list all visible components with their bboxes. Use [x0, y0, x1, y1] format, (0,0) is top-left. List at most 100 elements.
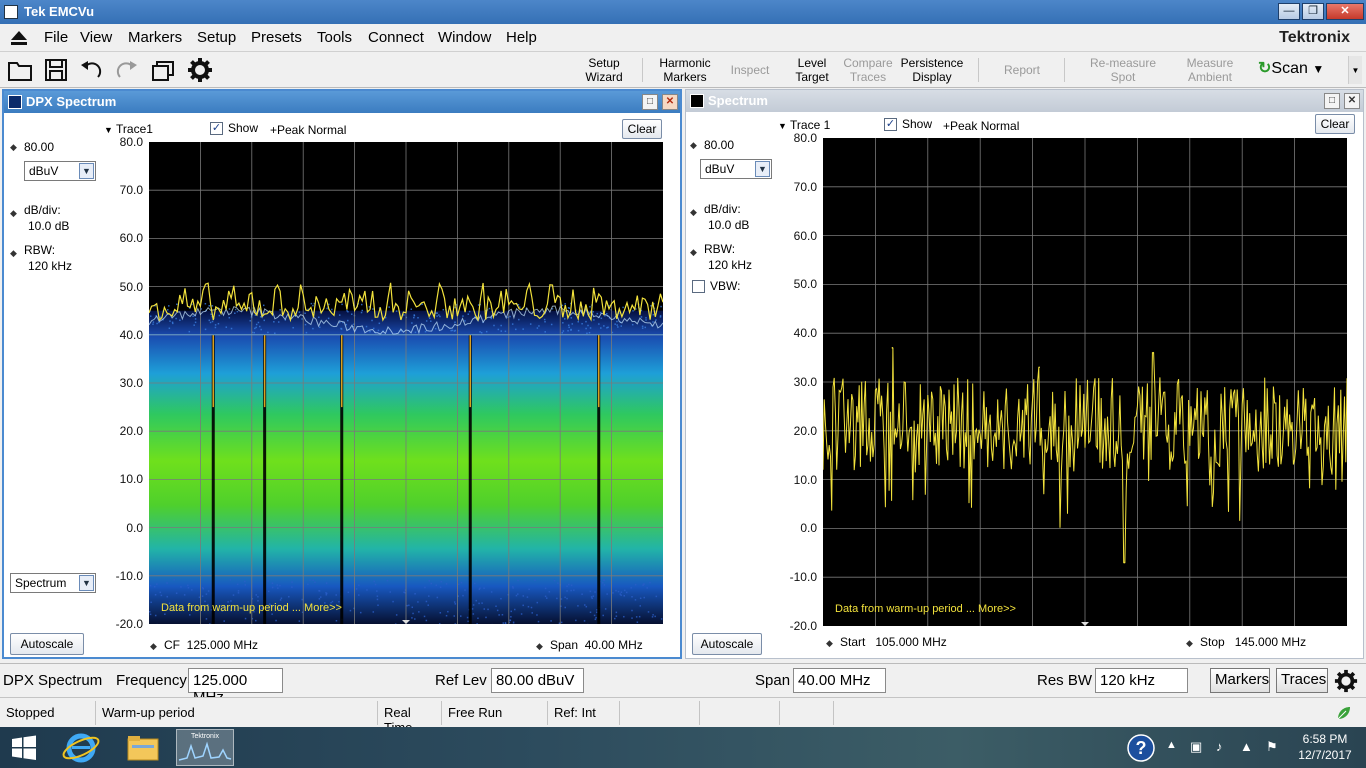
restore-button[interactable]: ❐: [1302, 3, 1324, 20]
level-target-button[interactable]: Level Target: [788, 56, 836, 84]
spectrum-detector-label[interactable]: +Peak Normal: [943, 119, 1019, 133]
dpx-warmup-message[interactable]: Data from warm-up period ... More>>: [161, 602, 342, 614]
dpx-ref-level[interactable]: ◆ 80.00: [10, 140, 54, 154]
spectrum-autoscale-button[interactable]: Autoscale: [692, 633, 762, 655]
windows-start-icon[interactable]: [10, 734, 38, 762]
dpx-speckle: [166, 595, 169, 598]
spectrum-plot-area[interactable]: Data from warm-up period ... More>>: [823, 138, 1347, 626]
spectrum-stop-frequency[interactable]: ◆ Stop 145.000 MHz: [1186, 635, 1306, 649]
menu-tools[interactable]: Tools: [317, 29, 352, 46]
dpx-db-div[interactable]: ◆ dB/div: 10.0 dB: [10, 203, 69, 233]
system-clock[interactable]: 6:58 PM 12/7/2017: [1290, 731, 1360, 763]
dpx-speckle: [374, 583, 377, 586]
frequency-input[interactable]: 125.000 MHz: [188, 668, 283, 706]
tray-device-icon[interactable]: ▣: [1190, 739, 1202, 755]
re-measure-spot-button[interactable]: Re-measure Spot: [1086, 56, 1160, 84]
close-button[interactable]: ✕: [1326, 3, 1364, 20]
tray-chevron-icon[interactable]: ▲: [1166, 739, 1177, 751]
volume-icon[interactable]: ♪: [1216, 739, 1223, 754]
gear-icon[interactable]: [187, 57, 213, 83]
res-bw-input[interactable]: 120 kHz: [1095, 668, 1188, 693]
help-icon[interactable]: ?: [1126, 733, 1156, 763]
flag-icon[interactable]: ⚑: [1266, 739, 1278, 755]
dpx-speckle: [589, 305, 591, 308]
span-input[interactable]: 40.00 MHz: [793, 668, 886, 693]
dpx-rbw[interactable]: ◆ RBW: 120 kHz: [10, 243, 72, 273]
network-icon[interactable]: ▲: [1240, 739, 1253, 754]
dpx-span[interactable]: ◆ Span 40.00 MHz: [536, 638, 643, 652]
eject-icon[interactable]: [10, 30, 28, 46]
dpx-speckle: [616, 320, 618, 323]
spectrum-warmup-message[interactable]: Data from warm-up period ... More>>: [835, 603, 1016, 615]
dpx-speckle: [652, 321, 654, 323]
persistence-display-button[interactable]: Persistence Display: [898, 56, 966, 84]
dpx-center-frequency[interactable]: ◆ CF 125.000 MHz: [150, 638, 258, 652]
dpx-speckle: [214, 324, 217, 326]
dpx-panel-maximize-button[interactable]: □: [642, 94, 658, 110]
dpx-speckle: [427, 604, 429, 606]
open-folder-icon[interactable]: [7, 57, 33, 83]
gear-icon[interactable]: [1333, 669, 1359, 693]
spectrum-clear-button[interactable]: Clear: [1315, 114, 1355, 134]
spectrum-panel-icon: [690, 94, 704, 108]
save-icon[interactable]: [43, 57, 69, 83]
dpx-speckle: [430, 582, 433, 585]
menu-setup[interactable]: Setup: [197, 29, 236, 46]
dpx-speckle: [464, 589, 466, 591]
spectrum-start-frequency[interactable]: ◆ Start 105.000 MHz: [826, 635, 947, 649]
dpx-speckle: [655, 595, 658, 598]
dpx-autoscale-button[interactable]: Autoscale: [10, 633, 84, 655]
redo-icon[interactable]: [114, 57, 140, 83]
dpx-speckle: [347, 310, 349, 313]
dpx-panel-close-button[interactable]: ✕: [662, 94, 678, 110]
menu-file[interactable]: File: [44, 29, 68, 46]
dpx-speckle: [651, 616, 654, 618]
dpx-unit-dropdown[interactable]: dBuV ▼: [24, 161, 96, 181]
dpx-speckle: [223, 620, 225, 622]
undo-icon[interactable]: [78, 57, 104, 83]
ref-lev-input[interactable]: 80.00 dBuV: [491, 668, 584, 693]
windows-icon[interactable]: [150, 57, 176, 83]
active-mode-label: DPX Spectrum: [3, 672, 103, 689]
compare-traces-button[interactable]: Compare Traces: [840, 56, 896, 84]
spectrum-ref-level[interactable]: ◆ 80.00: [690, 138, 734, 152]
menu-connect[interactable]: Connect: [368, 29, 424, 46]
spectrum-show-checkbox[interactable]: ✓ Show: [884, 117, 932, 132]
internet-explorer-icon[interactable]: [52, 729, 110, 766]
harmonic-markers-button[interactable]: Harmonic Markers: [654, 56, 716, 84]
dpx-display-mode-dropdown[interactable]: Spectrum ▼: [10, 573, 96, 593]
y-tick-label: 70.0: [119, 183, 143, 198]
setup-wizard-button[interactable]: Setup Wizard: [578, 56, 630, 84]
dpx-detector-label[interactable]: +Peak Normal: [270, 123, 346, 137]
dpx-speckle: [623, 615, 625, 618]
dpx-show-checkbox[interactable]: ✓ Show: [210, 121, 258, 136]
menu-view[interactable]: View: [80, 29, 112, 46]
menu-window[interactable]: Window: [438, 29, 491, 46]
spectrum-rbw[interactable]: ◆ RBW: 120 kHz: [690, 242, 752, 272]
spectrum-panel-close-button[interactable]: ✕: [1344, 93, 1360, 109]
report-button[interactable]: Report: [994, 63, 1050, 77]
spectrum-unit-dropdown[interactable]: dBuV ▼: [700, 159, 772, 179]
markers-button[interactable]: Markers: [1210, 668, 1270, 693]
chevron-down-icon: ▼: [79, 163, 94, 179]
spectrum-panel-maximize-button[interactable]: □: [1324, 93, 1340, 109]
dpx-speckle: [312, 304, 314, 307]
menu-markers[interactable]: Markers: [128, 29, 182, 46]
spectrum-db-div[interactable]: ◆ dB/div: 10.0 dB: [690, 202, 749, 232]
spectrum-trace-selector[interactable]: ▼ Trace 1: [778, 118, 830, 132]
spectrum-vbw-checkbox[interactable]: VBW:: [692, 279, 740, 293]
dpx-trace-selector[interactable]: ▼ Trace1: [104, 122, 153, 136]
dpx-plot-area[interactable]: Data from warm-up period ... More>>: [149, 142, 663, 624]
file-explorer-icon[interactable]: [114, 729, 172, 766]
menu-presets[interactable]: Presets: [251, 29, 302, 46]
measure-ambient-button[interactable]: Measure Ambient: [1180, 56, 1240, 84]
tektronix-taskbar-button[interactable]: Tektronix: [176, 729, 234, 766]
traces-button[interactable]: Traces: [1276, 668, 1328, 693]
inspect-button[interactable]: Inspect: [724, 63, 776, 77]
dpx-clear-button[interactable]: Clear: [622, 119, 662, 139]
toolbar-overflow[interactable]: ▼: [1348, 56, 1362, 84]
dpx-speckle: [359, 611, 362, 614]
menu-help[interactable]: Help: [506, 29, 537, 46]
scan-button[interactable]: ↻Scan ▼: [1258, 58, 1324, 78]
minimize-button[interactable]: —: [1278, 3, 1300, 20]
